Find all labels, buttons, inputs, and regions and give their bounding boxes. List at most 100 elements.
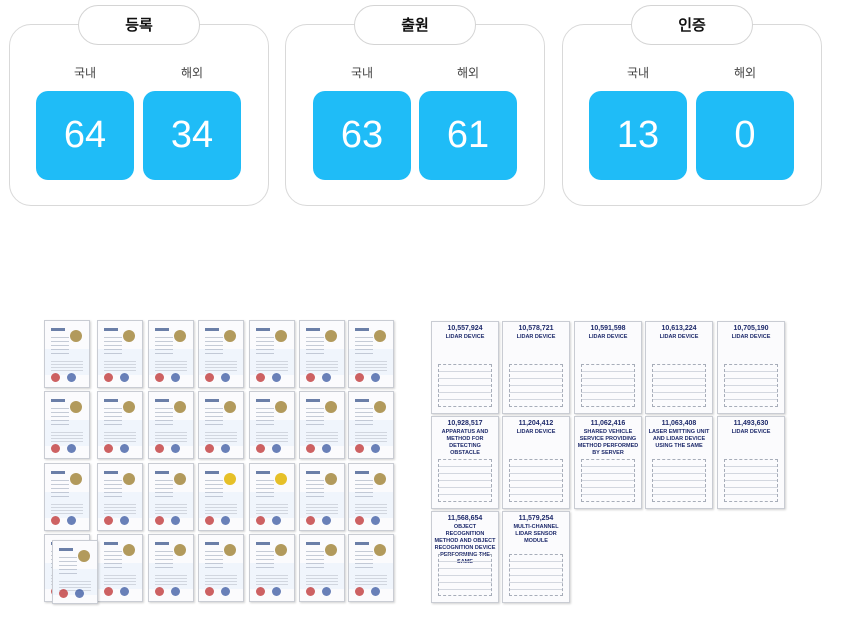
patent-number: 10,578,721 [518,325,554,332]
certificate-thumbnail [348,391,394,459]
seal-icon [155,516,164,525]
medal-icon [224,544,236,556]
certificate-thumbnail [148,320,194,388]
certificate-thumbnail [97,320,143,388]
certificate-thumbnail [348,463,394,531]
patent-number: 10,557,924 [447,325,483,332]
seal-icon [155,373,164,382]
seal-icon [205,587,214,596]
medal-icon [325,544,337,556]
patent-thumbnail: 10,591,598 LIDAR DEVICE [574,321,642,414]
patent-number: 10,591,598 [590,325,626,332]
medal-icon [174,330,186,342]
patent-drawing [438,364,492,407]
seal-icon [104,444,113,453]
patent-drawing [581,364,635,407]
patent-thumbnail: 10,557,924 LIDAR DEVICE [431,321,499,414]
patent-drawing [438,459,492,502]
medal-icon [224,330,236,342]
patent-number: 11,493,630 [733,420,769,427]
overseas-label: 해외 [180,66,204,80]
medal-icon [123,544,135,556]
patent-title: SHARED VEHICLE SERVICE PROVIDING METHOD … [577,429,639,456]
patent-drawing [509,554,563,596]
certificate-thumbnail [198,463,244,531]
certificate-thumbnail [249,391,295,459]
overseas-count: 61 [419,91,517,180]
seal-icon [51,444,60,453]
overseas-column: 해외 0 [696,65,794,180]
patent-title: LIDAR DEVICE [731,334,771,340]
patent-number: 10,928,517 [447,420,483,427]
certificate-thumbnail [44,320,90,388]
patent-thumbnail: 10,613,224 LIDAR DEVICE [645,321,713,414]
medal-icon [224,473,236,485]
certificate-thumbnail [97,463,143,531]
certificate-thumbnail [44,463,90,531]
patent-title: LASER EMITTING UNIT AND LIDAR DEVICE USI… [648,429,710,449]
patent-thumbnail: 11,204,412 LIDAR DEVICE [502,416,570,509]
seal-icon [306,587,315,596]
domestic-count: 64 [36,91,134,180]
seal-icon [155,444,164,453]
domestic-label: 국내 [350,66,374,80]
seal-icon [306,373,315,382]
medal-icon [70,473,82,485]
patent-thumbnail: 11,063,408 LASER EMITTING UNIT AND LIDAR … [645,416,713,509]
overseas-label: 해외 [733,66,757,80]
medal-icon [70,401,82,413]
patent-thumbnail: 11,493,630 LIDAR DEVICE [717,416,785,509]
seal-icon [155,587,164,596]
certificate-thumbnail [198,391,244,459]
medal-icon [275,544,287,556]
certificate-thumbnail [299,534,345,602]
certificate-thumbnail [348,320,394,388]
certificate-thumbnail [348,534,394,602]
patent-thumbnail: 10,705,190 LIDAR DEVICE [717,321,785,414]
patent-number: 11,204,412 [518,420,554,427]
seal-icon [306,516,315,525]
certificate-thumbnail [97,391,143,459]
overseas-column: 해외 34 [143,65,241,180]
medal-icon [224,401,236,413]
medal-icon [325,473,337,485]
patent-title: LIDAR DEVICE [516,334,556,340]
stat-card-certification: 인증 국내 13 해외 0 [562,5,822,206]
medal-icon [374,473,386,485]
patent-thumbnail: 11,579,254 MULTI-CHANNEL LIDAR SENSOR MOD… [502,511,570,603]
certificate-thumbnail [148,463,194,531]
domestic-label: 국내 [626,66,650,80]
domestic-column: 국내 63 [313,65,411,180]
seal-icon [256,444,265,453]
medal-icon [123,473,135,485]
domestic-column: 국내 13 [589,65,687,180]
certificate-thumbnail [44,391,90,459]
seal-icon [104,516,113,525]
patent-drawing [724,364,778,407]
seal-icon [205,373,214,382]
certificate-thumbnail [249,463,295,531]
documents-gallery: 10,557,924 LIDAR DEVICE 10,578,721 LIDAR DE… [0,300,843,621]
patent-number: 10,705,190 [733,325,769,332]
stat-card-application: 출원 국내 63 해외 61 [285,5,545,206]
seal-icon [104,587,113,596]
overseas-label: 해외 [456,66,480,80]
medal-icon [70,330,82,342]
patent-drawing [724,459,778,502]
patent-thumbnail: 11,062,416 SHARED VEHICLE SERVICE PROVIDI… [574,416,642,509]
certificate-thumbnail [148,534,194,602]
certificate-thumbnail [299,463,345,531]
patent-number: 11,062,416 [590,420,626,427]
seal-icon [256,516,265,525]
certificate-thumbnail [299,391,345,459]
medal-icon [174,473,186,485]
patent-thumbnail: 11,568,654 OBJECT RECOGNITION METHOD AND … [431,511,499,603]
patent-number: 11,568,654 [447,515,483,522]
patent-drawing [581,459,635,502]
patent-number: 11,063,408 [661,420,697,427]
seal-icon [205,444,214,453]
seal-icon [205,516,214,525]
seal-icon [355,444,364,453]
patent-number: 11,579,254 [518,515,554,522]
seal-icon [256,373,265,382]
